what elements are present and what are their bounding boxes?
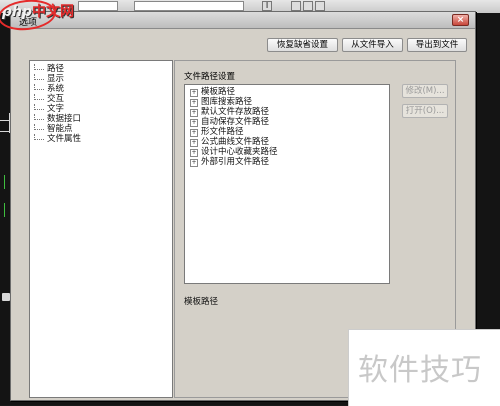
toolbar-tool-icon[interactable] [315, 1, 325, 11]
export-to-file-button[interactable]: 导出到文件 [407, 38, 467, 52]
list-item-label: 设计中心收藏夹路径 [201, 147, 278, 157]
tree-item-system[interactable]: 系统 [34, 84, 64, 94]
tree-item-label: 文件属性 [47, 134, 82, 144]
tree-item-file-properties[interactable]: 文件属性 [34, 134, 81, 144]
tree-item-text[interactable]: 文字 [34, 104, 64, 114]
selected-path-label: 模板路径 [184, 297, 219, 307]
toolbar-text-icon[interactable]: I [262, 1, 272, 11]
list-item-label: 自动保存文件路径 [201, 117, 270, 127]
toolbar-field-2[interactable] [134, 1, 244, 11]
tree-item-label: 智能点 [47, 124, 73, 134]
expand-plus-icon[interactable]: + [190, 119, 198, 127]
expand-plus-icon[interactable]: + [190, 109, 198, 117]
file-path-settings-label: 文件路径设置 [184, 72, 236, 82]
tree-item-label: 数据接口 [47, 114, 82, 124]
drawing-line [200, 401, 350, 402]
tree-item-smart-point[interactable]: 智能点 [34, 124, 73, 134]
list-item[interactable]: + 公式曲线文件路径 [190, 138, 269, 147]
list-item-label: 外部引用文件路径 [201, 157, 270, 167]
tree-item-label: 交互 [47, 94, 65, 104]
expand-plus-icon[interactable]: + [190, 149, 198, 157]
tree-item-label: 路径 [47, 64, 65, 74]
list-item[interactable]: + 设计中心收藏夹路径 [190, 148, 278, 157]
dialog-titlebar[interactable]: 选项 × [11, 12, 475, 29]
file-path-list[interactable]: + 模板路径 + 图库搜索路径 + 默认文件存放路径 + 自动保存文件路径 + 形文件路径… [184, 84, 390, 284]
expand-plus-icon[interactable]: + [190, 129, 198, 137]
reset-defaults-button[interactable]: 恢复缺省设置 [267, 38, 338, 52]
expand-plus-icon[interactable]: + [190, 89, 198, 97]
list-item-label: 公式曲线文件路径 [201, 137, 270, 147]
open-button[interactable]: 打开(O)... [402, 104, 448, 118]
toolbar-field-1[interactable] [78, 1, 118, 11]
list-item-label: 图库搜索路径 [201, 97, 253, 107]
tree-item-label: 系统 [47, 84, 65, 94]
drawing-line [4, 175, 5, 189]
options-tree: 路径 显示 系统 交互 文字 数据接口 智能点 文件属性 [29, 60, 173, 398]
tree-item-data-interface[interactable]: 数据接口 [34, 114, 81, 124]
tree-item-display[interactable]: 显示 [34, 74, 64, 84]
list-item[interactable]: + 自动保存文件路径 [190, 118, 269, 127]
toolbar-tool-icon[interactable] [291, 1, 301, 11]
list-item-label: 模板路径 [201, 87, 236, 97]
expand-plus-icon[interactable]: + [190, 99, 198, 107]
list-item[interactable]: + 形文件路径 [190, 128, 244, 137]
tree-item-path[interactable]: 路径 [34, 64, 64, 74]
tree-item-label: 显示 [47, 74, 65, 84]
expand-plus-icon[interactable]: + [190, 159, 198, 167]
list-item[interactable]: + 外部引用文件路径 [190, 158, 269, 167]
toolbar-tool-icon[interactable] [303, 1, 313, 11]
import-from-file-button[interactable]: 从文件导入 [342, 38, 403, 52]
modify-button[interactable]: 修改(M)... [402, 84, 448, 98]
close-button[interactable]: × [452, 14, 469, 26]
watermark: 软件技巧 [358, 353, 482, 388]
list-item-label: 形文件路径 [201, 127, 244, 137]
drawing-marker [2, 293, 10, 301]
drawing-line [4, 203, 5, 217]
tree-item-interaction[interactable]: 交互 [34, 94, 64, 104]
list-item[interactable]: + 默认文件存放路径 [190, 108, 269, 117]
list-item[interactable]: + 图库搜索路径 [190, 98, 252, 107]
expand-plus-icon[interactable]: + [190, 139, 198, 147]
list-item-label: 默认文件存放路径 [201, 107, 270, 117]
tree-item-label: 文字 [47, 104, 65, 114]
list-item[interactable]: + 模板路径 [190, 88, 235, 97]
